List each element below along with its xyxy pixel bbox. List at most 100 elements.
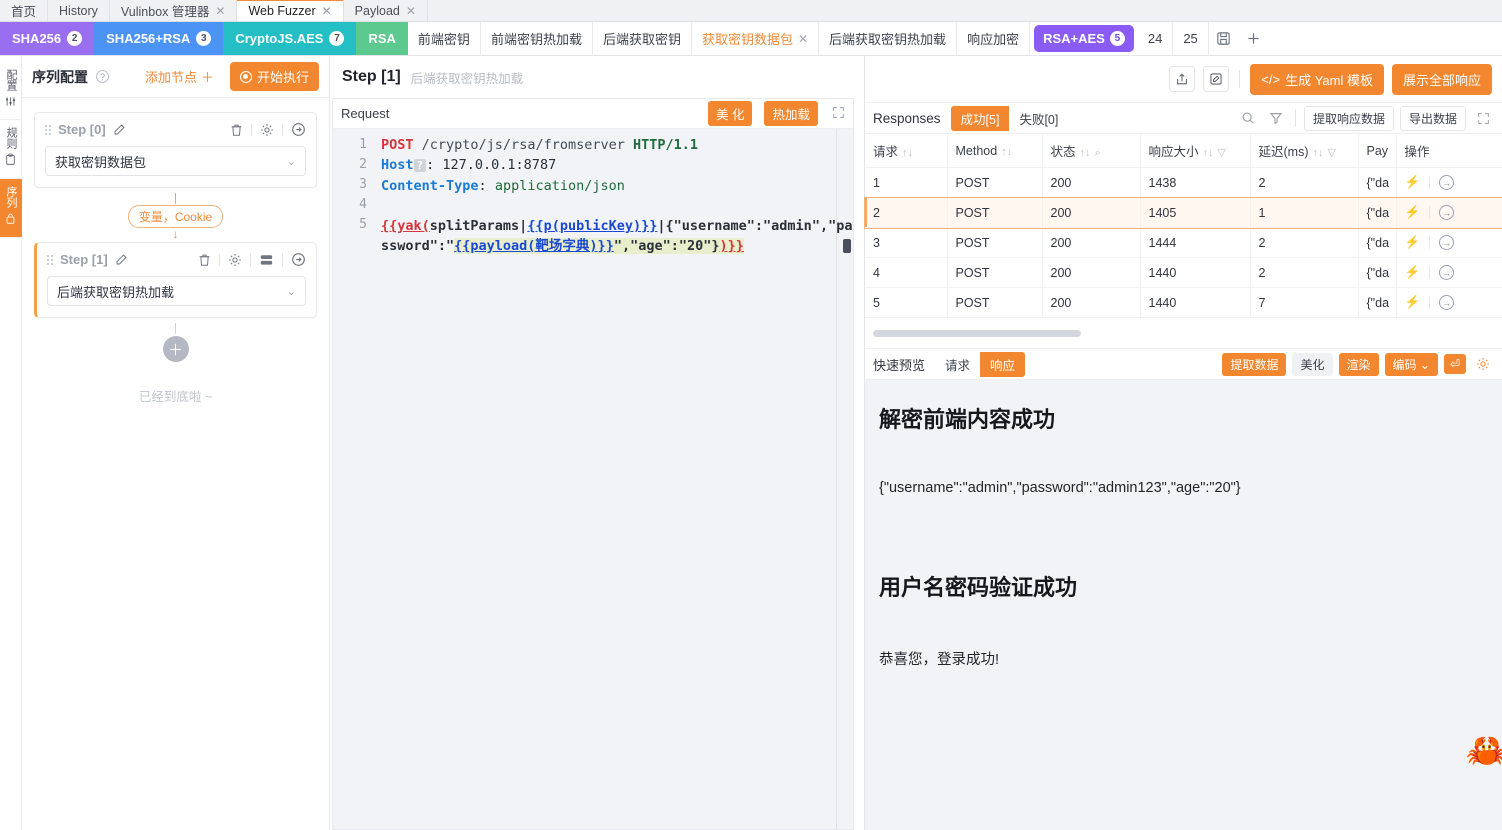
step-1-select[interactable]: 后端获取密钥热加载 ⌄: [47, 276, 306, 306]
rail-item-config[interactable]: 配置: [0, 62, 22, 120]
fuzzer-tab-25[interactable]: 25: [1173, 22, 1209, 55]
window-tab-history[interactable]: History: [48, 0, 110, 21]
fuzzer-tab-rsa-aes[interactable]: RSA+AES 5: [1034, 25, 1134, 52]
sort-icon[interactable]: ↑↓: [1001, 146, 1012, 158]
plus-icon[interactable]: [1239, 22, 1269, 55]
arrow-right-circle-icon[interactable]: →: [1439, 175, 1455, 190]
editor-scrollbar-thumb[interactable]: [843, 239, 851, 253]
col-request[interactable]: 请求 ↑↓: [865, 134, 948, 168]
sort-icon[interactable]: ↑↓: [1313, 147, 1324, 159]
save-icon[interactable]: [1209, 22, 1239, 55]
database-icon[interactable]: [259, 253, 274, 267]
col-size[interactable]: 响应大小 ↑↓ ▽: [1140, 134, 1251, 168]
table-row[interactable]: 3 POST 200 1444 2 {"da ⚡ →: [865, 227, 1502, 258]
window-tab-web-fuzzer[interactable]: Web Fuzzer ✕: [237, 0, 344, 21]
tab-success[interactable]: 成功[5]: [950, 105, 1010, 131]
col-method[interactable]: Method ↑↓: [947, 134, 1043, 168]
rail-item-sequence[interactable]: 序列: [0, 179, 22, 238]
group-tab-sha256[interactable]: SHA256 2: [0, 22, 95, 55]
step-card-1[interactable]: Step [1] 后端获取密钥热加载 ⌄: [34, 242, 317, 318]
trash-icon[interactable]: [198, 253, 211, 267]
table-row[interactable]: 4 POST 200 1440 2 {"da ⚡ →: [865, 257, 1502, 288]
tab-preview-response[interactable]: 响应: [980, 351, 1026, 377]
lightning-icon[interactable]: ⚡: [1405, 235, 1421, 250]
arrow-right-circle-icon[interactable]: →: [1439, 295, 1455, 310]
lightning-icon[interactable]: ⚡: [1405, 295, 1421, 310]
group-tab-rsa[interactable]: RSA: [356, 22, 408, 55]
window-tab-payload[interactable]: Payload ✕: [344, 0, 428, 21]
table-row[interactable]: 1 POST 200 1438 2 {"da ⚡ →: [865, 167, 1502, 198]
share-icon[interactable]: [1169, 66, 1196, 92]
edit-icon[interactable]: [113, 123, 126, 136]
fuzzer-tab-frontend-key-hotload[interactable]: 前端密钥热加载: [481, 22, 593, 55]
arrow-right-circle-icon[interactable]: [291, 122, 306, 137]
table-hscroll-track[interactable]: [865, 318, 1502, 348]
arrow-right-circle-icon[interactable]: →: [1439, 235, 1455, 250]
generate-yaml-button[interactable]: </> 生成 Yaml 模板: [1250, 63, 1384, 95]
rail-item-rules[interactable]: 规则: [0, 120, 22, 179]
col-status[interactable]: 状态 ↑↓ ⌕: [1042, 134, 1141, 168]
fuzzer-tab-backend-get-key[interactable]: 后端获取密钥: [593, 22, 692, 55]
gear-icon[interactable]: [228, 253, 242, 267]
extract-response-data-button[interactable]: 提取响应数据: [1303, 105, 1394, 131]
arrow-right-circle-icon[interactable]: [291, 252, 306, 267]
close-icon[interactable]: ✕: [215, 4, 225, 18]
fuzzer-tab-response-encrypt[interactable]: 响应加密: [957, 22, 1031, 55]
lightning-icon[interactable]: ⚡: [1405, 175, 1421, 190]
lightning-icon[interactable]: ⚡: [1405, 205, 1421, 220]
add-step-button[interactable]: ＋: [162, 336, 189, 362]
host-hint-badge[interactable]: ?: [413, 159, 427, 172]
run-button[interactable]: 开始执行: [229, 62, 319, 91]
search-icon[interactable]: ⌕: [1095, 147, 1101, 159]
add-node-button[interactable]: 添加节点 ＋: [145, 67, 214, 86]
preview-beautify-button[interactable]: 美化: [1292, 352, 1333, 376]
request-code[interactable]: POST /crypto/js/rsa/fromserver HTTP/1.1 …: [375, 129, 853, 829]
fuzzer-tab-get-key-packet[interactable]: 获取密钥数据包 ✕: [692, 22, 820, 55]
close-icon[interactable]: ✕: [406, 4, 416, 18]
group-tab-sha256-rsa[interactable]: SHA256+RSA 3: [94, 22, 224, 55]
table-hscroll-thumb[interactable]: [873, 330, 1081, 337]
expand-icon[interactable]: [832, 106, 845, 122]
close-icon[interactable]: ✕: [798, 32, 808, 46]
drag-handle-icon[interactable]: [45, 124, 51, 135]
window-tab-vulinbox[interactable]: Vulinbox 管理器 ✕: [110, 0, 238, 21]
sort-icon[interactable]: ↑↓: [1203, 147, 1214, 159]
table-row[interactable]: 5 POST 200 1440 7 {"da ⚡ →: [865, 287, 1502, 318]
group-tab-cryptojs-aes[interactable]: CryptoJS.AES 7: [223, 22, 357, 55]
step-card-0[interactable]: Step [0] 获取密钥数据包 ⌄: [34, 112, 317, 188]
request-code-editor[interactable]: 1 2 3 4 5 POST /crypto/js/rsa/fromserver…: [333, 129, 853, 829]
beautify-button[interactable]: 美 化: [708, 101, 753, 126]
hotload-button[interactable]: 热加载: [764, 101, 818, 126]
expand-icon[interactable]: [1472, 107, 1494, 129]
question-circle-icon[interactable]: ?: [96, 70, 109, 83]
step-0-select[interactable]: 获取密钥数据包 ⌄: [45, 146, 306, 176]
fuzzer-tab-frontend-key[interactable]: 前端密钥: [408, 22, 481, 55]
col-latency[interactable]: 延迟(ms) ↑↓ ▽: [1250, 134, 1359, 168]
tab-preview-request[interactable]: 请求: [935, 351, 981, 377]
table-row[interactable]: 2 POST 200 1405 1 {"da ⚡ →: [864, 196, 1502, 229]
col-payload[interactable]: Pay: [1358, 134, 1397, 168]
arrow-right-circle-icon[interactable]: →: [1439, 205, 1455, 220]
trash-icon[interactable]: [230, 123, 243, 137]
render-button[interactable]: 渲染: [1338, 352, 1379, 376]
filter-icon[interactable]: ▽: [1328, 147, 1336, 159]
editor-scroll-track[interactable]: [836, 129, 837, 829]
window-tab-home[interactable]: 首页: [0, 0, 49, 21]
filter-icon[interactable]: ▽: [1218, 147, 1226, 159]
drag-handle-icon[interactable]: [47, 254, 53, 265]
export-data-button[interactable]: 导出数据: [1399, 105, 1466, 131]
search-icon[interactable]: [1237, 107, 1259, 129]
gear-icon[interactable]: [260, 123, 274, 137]
tab-fail[interactable]: 失败[0]: [1009, 105, 1069, 131]
wrap-icon[interactable]: ⏎: [1443, 354, 1466, 374]
close-icon[interactable]: ✕: [322, 4, 332, 18]
arrow-right-circle-icon[interactable]: →: [1439, 265, 1455, 280]
encode-dropdown[interactable]: 编码 ⌄: [1384, 352, 1438, 376]
fuzzer-tab-24[interactable]: 24: [1138, 22, 1174, 55]
sort-icon[interactable]: ↑↓: [1080, 147, 1091, 159]
show-all-responses-button[interactable]: 展示全部响应: [1391, 63, 1492, 95]
edit-icon[interactable]: [115, 253, 128, 266]
gear-icon[interactable]: [1472, 353, 1494, 375]
lightning-icon[interactable]: ⚡: [1405, 265, 1421, 280]
extract-data-button[interactable]: 提取数据: [1222, 352, 1287, 376]
